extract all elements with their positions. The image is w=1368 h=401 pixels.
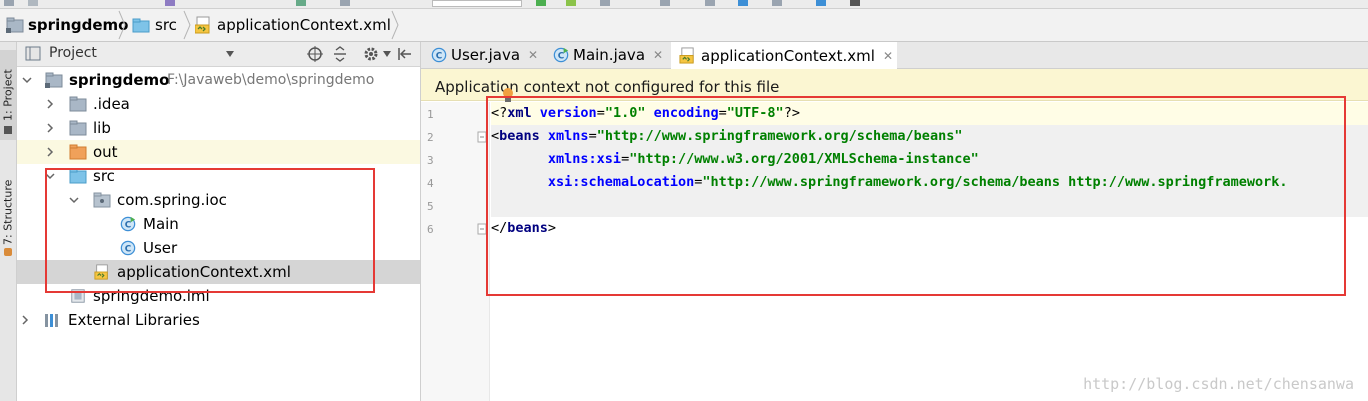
source-folder-icon [132,18,150,32]
breadcrumb: springdemo src applicationContext.xml [0,9,1368,42]
project-toolwindow-icon [4,126,12,134]
toolbar-open-icon[interactable] [4,0,14,6]
collapse-all-icon[interactable] [333,46,347,62]
tree-node-project-root[interactable]: springdemo F:\Javaweb\demo\springdemo [17,68,420,92]
line-gutter: 1 2 3 4 5 6 [421,102,490,401]
tree-node-label: springdemo [69,71,170,89]
editor-area: C User.java ✕ C Main.java ✕ applicationC… [421,42,1368,401]
project-folder-icon [45,72,63,88]
line-number: 4 [427,177,434,190]
java-class-runnable-icon: C [553,47,569,63]
svg-text:C: C [436,52,443,62]
svg-text:C: C [558,52,565,62]
line-number: 5 [427,200,434,213]
tab-user-java[interactable]: C User.java ✕ [431,42,538,68]
chevron-right-icon[interactable] [45,147,55,157]
toolbar-debug-icon[interactable] [566,0,576,6]
close-icon[interactable]: ✕ [528,48,538,62]
hide-panel-icon[interactable] [397,46,413,62]
folder-icon [69,120,87,136]
tree-node-label: .idea [93,95,130,113]
highlight-box-project-tree [45,168,375,293]
banner-text: Application context not configured for t… [435,78,780,96]
tab-main-java[interactable]: C Main.java ✕ [553,42,663,68]
chevron-right-icon[interactable] [45,123,55,133]
chevron-down-icon[interactable] [22,75,32,85]
chevron-right-icon[interactable] [45,99,55,109]
editor-tabs: C User.java ✕ C Main.java ✕ applicationC… [421,42,1368,69]
tool-window-strip: 1: Project 7: Structure [0,42,17,401]
tab-label: 1: Project [1,69,15,121]
toolbar-sdk-icon[interactable] [772,0,782,6]
toolbar-structure-icon[interactable] [705,0,715,6]
tree-node-lib[interactable]: lib [17,116,420,140]
tree-node-label: External Libraries [68,311,200,329]
main-toolbar [0,0,1368,9]
java-class-icon: C [431,47,447,63]
output-folder-icon [69,144,87,160]
breadcrumb-separator-icon [183,10,191,40]
project-panel-header: Project [17,42,420,67]
breadcrumb-label: springdemo [28,16,129,34]
toolbar-stop-icon[interactable] [660,0,670,6]
line-number: 6 [427,223,434,236]
toolbar-download-icon[interactable] [816,0,826,6]
folder-icon [69,96,87,112]
tree-node-label: out [93,143,118,161]
tab-label: applicationContext.xml [701,46,875,65]
tree-node-external-libraries[interactable]: External Libraries [17,308,420,332]
toolbar-save-icon[interactable] [28,0,38,6]
close-icon[interactable]: ✕ [653,48,663,62]
tab-application-context[interactable]: applicationContext.xml ✕ [671,42,897,69]
tree-node-idea[interactable]: .idea [17,92,420,116]
gear-icon[interactable] [363,46,379,62]
tree-node-out[interactable]: out [17,140,420,164]
toolbar-vcs-icon[interactable] [165,0,175,6]
breadcrumb-label: applicationContext.xml [217,16,391,34]
tab-label: User.java [451,46,521,64]
breadcrumb-file[interactable]: applicationContext.xml [195,9,391,41]
line-number: 1 [427,108,434,121]
line-number: 2 [427,131,434,144]
project-view-title: Project [49,45,97,61]
scroll-from-source-icon[interactable] [307,46,323,62]
breadcrumb-src[interactable]: src [132,9,177,41]
breadcrumb-separator-icon [391,10,399,40]
tab-structure-toolwindow[interactable]: 7: Structure [0,162,16,262]
toolbar-run-icon[interactable] [536,0,546,6]
breadcrumb-project[interactable]: springdemo [6,9,128,41]
project-folder-icon [6,17,24,33]
chevron-right-icon[interactable] [20,315,30,325]
breadcrumb-separator-icon [118,10,126,40]
tab-label: Main.java [573,46,646,64]
watermark: http://blog.csdn.net/chensanwa [1083,375,1354,393]
tree-node-label: lib [93,119,111,137]
tab-label: 7: Structure [1,179,15,245]
toolbar-search-icon[interactable] [850,0,860,6]
library-icon [45,314,58,327]
line-number: 3 [427,154,434,167]
xml-file-icon [679,47,694,64]
run-config-dropdown[interactable] [432,0,522,7]
project-panel: Project springdemo F:\Javaweb\demo\sprin… [17,42,421,401]
view-dropdown-icon[interactable] [225,50,235,58]
toolbar-project-structure-icon[interactable] [738,0,748,6]
toolbar-coverage-icon[interactable] [600,0,610,6]
highlight-box-editor [486,96,1346,296]
close-icon[interactable]: ✕ [883,49,893,63]
xml-file-icon [195,16,210,34]
toolbar-undo-icon[interactable] [340,0,350,6]
project-view-icon [25,46,41,61]
tree-node-path: F:\Javaweb\demo\springdemo [167,72,375,88]
gear-dropdown-icon[interactable] [383,51,391,57]
breadcrumb-label: src [155,16,177,34]
toolbar-build-icon[interactable] [296,0,306,6]
structure-toolwindow-icon [4,248,12,256]
